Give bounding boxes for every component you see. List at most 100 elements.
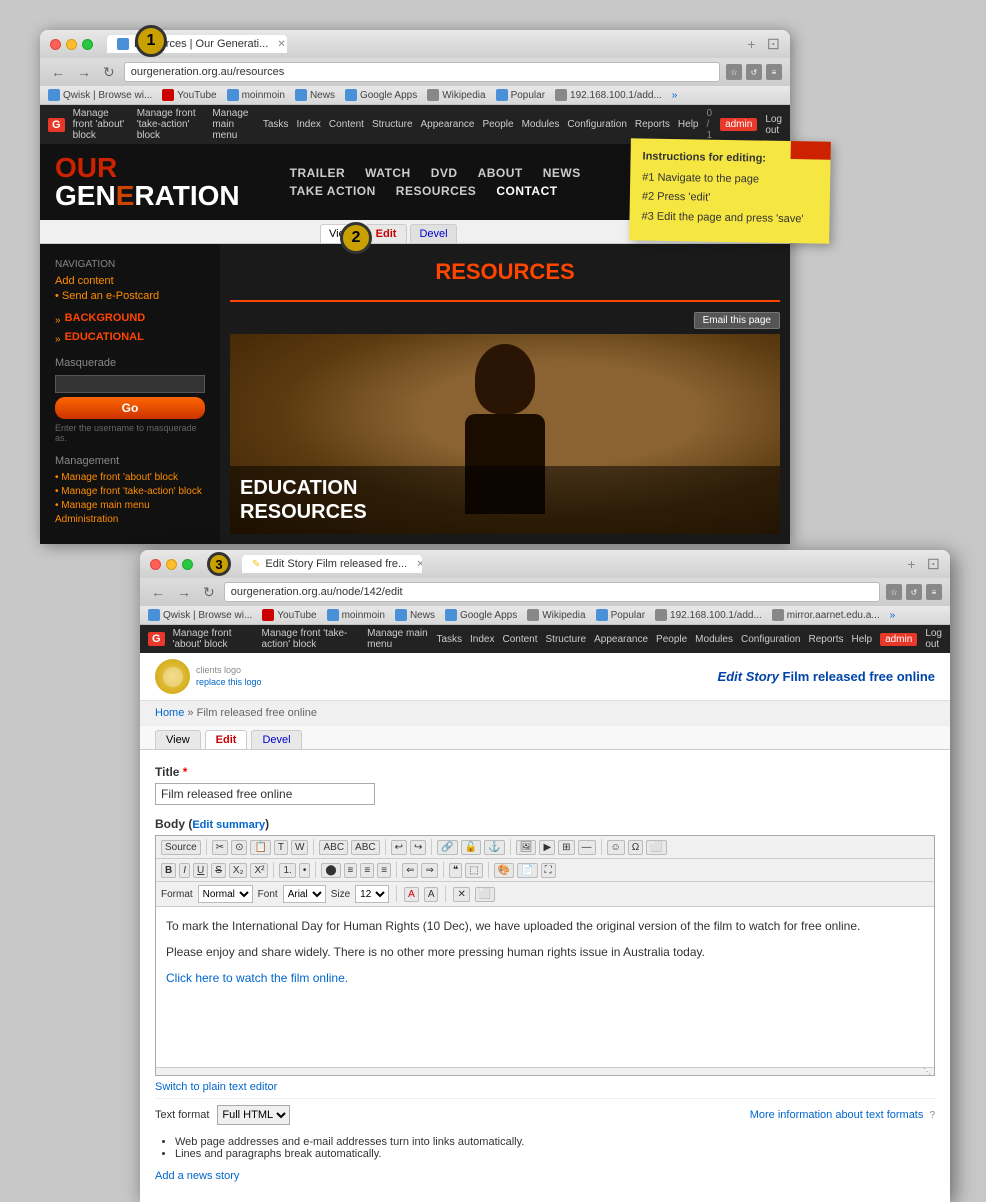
nav-trailer[interactable]: TRAILER [290,166,346,180]
more-bm-2[interactable]: » [890,610,896,621]
bookmark-news[interactable]: News [295,89,335,101]
sidebar-bg-label[interactable]: BACKGROUND [65,312,146,324]
add-news-link[interactable]: Add a news story [155,1165,935,1187]
wysiwyg-content-area[interactable]: To mark the International Day for Human … [156,907,934,1067]
bookmark-wiki[interactable]: Wikipedia [427,89,485,101]
wysiwyg-clear-btn[interactable]: ✕ [453,887,469,902]
admin2-link-structure[interactable]: Structure [546,634,587,645]
content-link[interactable]: Click here to watch the film online. [166,971,348,985]
wysiwyg-template-btn[interactable]: 📄 [517,863,537,878]
mgmt-link-admin[interactable]: Administration [55,514,205,525]
admin-link-index[interactable]: Index [296,119,320,130]
tab-devel-1[interactable]: Devel [410,224,456,243]
admin-badge-2[interactable]: admin [880,633,917,646]
wysiwyg-align-left-btn[interactable]: ⬤ [321,863,340,878]
masquerade-go-btn[interactable]: Go [55,397,205,419]
size-select[interactable]: 12 [355,885,389,903]
wysiwyg-smiley-btn[interactable]: ☺ [607,840,625,855]
wysiwyg-font-color-btn[interactable]: A [404,887,419,902]
nav-resources[interactable]: RESOURCES [396,184,477,198]
menu-icon-2[interactable]: ≡ [926,584,942,600]
wysiwyg-link-btn[interactable]: 🔗 [437,840,457,855]
switch-to-plain-text[interactable]: Switch to plain text editor [155,1076,935,1098]
admin-link-help[interactable]: Help [678,119,699,130]
title-input[interactable] [155,783,375,805]
bookmark-ip[interactable]: 192.168.100.1/add... [555,89,662,101]
wysiwyg-redo-btn[interactable]: ↪ [410,840,426,855]
wysiwyg-sub-btn[interactable]: X₂ [229,863,248,878]
star-icon[interactable]: ☆ [726,64,742,80]
wysiwyg-hr-btn[interactable]: — [578,840,596,855]
resize-btn-2[interactable]: ⊡ [927,554,940,574]
wysiwyg-align-center-btn[interactable]: ≡ [344,863,358,878]
wysiwyg-special-btn[interactable]: Ω [628,840,643,855]
format-select[interactable]: Normal [198,885,253,903]
bm2-news[interactable]: News [395,609,435,621]
nav-news[interactable]: NEWS [543,166,581,180]
wysiwyg-page-btn[interactable]: ⬜ [646,840,666,855]
wysiwyg-italic-btn[interactable]: I [179,863,190,878]
logout-btn-1[interactable]: Log out [765,114,782,136]
admin-link-menu[interactable]: Manage main menu [212,108,255,141]
sidebar-add-content[interactable]: Add content [55,275,205,287]
wysiwyg-paste-btn[interactable]: 📋 [250,840,270,855]
wysiwyg-flash-btn[interactable]: ▶ [539,840,555,855]
bm2-moin[interactable]: moinmoin [327,609,385,621]
mgmt-link-2[interactable]: • Manage front 'take-action' block [55,486,205,497]
admin2-link-modules[interactable]: Modules [695,634,733,645]
admin2-link-appearance[interactable]: Appearance [594,634,648,645]
masquerade-input[interactable] [55,375,205,393]
back-btn-1[interactable]: ← [48,63,68,81]
wysiwyg-image-btn[interactable]: 🖼 [516,840,537,855]
bookmark-popular[interactable]: Popular [496,89,545,101]
maximize-btn-1[interactable] [82,39,93,50]
admin2-link-about[interactable]: Manage front 'about' block [173,628,254,650]
admin2-link-help[interactable]: Help [851,634,872,645]
wysiwyg-showblocks-btn[interactable]: ⬜ [475,887,495,902]
refresh-icon-2[interactable]: ↺ [906,584,922,600]
tab-view-2[interactable]: View [155,730,201,749]
mgmt-link-3[interactable]: • Manage main menu [55,500,205,511]
address-bar-1[interactable]: ourgeneration.org.au/resources [124,62,720,82]
browser-tab-1[interactable]: Resources | Our Generati... ✕ [107,35,287,53]
tab-close-2[interactable]: ✕ [416,559,422,570]
forward-btn-1[interactable]: → [74,63,94,81]
bookmark-youtube[interactable]: YouTube [162,89,216,101]
maximize-btn-2[interactable] [182,559,193,570]
bookmark-qwisk[interactable]: Qwisk | Browse wi... [48,89,152,101]
tab-devel-2[interactable]: Devel [251,730,301,749]
wysiwyg-sup-btn[interactable]: X² [250,863,268,878]
tab-edit-2[interactable]: Edit [205,730,248,749]
nav-watch[interactable]: WATCH [365,166,411,180]
wysiwyg-resize-handle[interactable]: ⋱ [156,1067,934,1075]
wysiwyg-indent-btn[interactable]: ⇒ [421,863,437,878]
admin-link-content[interactable]: Content [329,119,364,130]
bookmark-moin[interactable]: moinmoin [227,89,285,101]
bookmark-google[interactable]: Google Apps [345,89,417,101]
wysiwyg-paste-text-btn[interactable]: T [274,840,288,855]
wysiwyg-paste-word-btn[interactable]: W [291,840,308,855]
wysiwyg-unlink-btn[interactable]: 🔓 [461,840,481,855]
admin2-link-action[interactable]: Manage front 'take-action' block [262,628,360,650]
traffic-lights-1[interactable] [50,39,93,50]
admin-link-action[interactable]: Manage front 'take-action' block [137,108,205,141]
edit-summary-link[interactable]: Edit summary [192,819,265,831]
new-tab-btn-2[interactable]: + [907,556,915,572]
browser-tab-2[interactable]: ✎ Edit Story Film released fre... ✕ [242,555,422,573]
forward-btn-2[interactable]: → [174,583,194,601]
menu-icon[interactable]: ≡ [766,64,782,80]
email-page-btn[interactable]: Email this page [694,312,780,329]
wysiwyg-outdent-btn[interactable]: ⇐ [402,863,418,878]
resize-btn-1[interactable]: ⊡ [767,34,780,54]
minimize-btn-2[interactable] [166,559,177,570]
wysiwyg-div-btn[interactable]: ⬚ [465,863,482,878]
refresh-icon[interactable]: ↺ [746,64,762,80]
wysiwyg-copy-btn[interactable]: ⊙ [231,840,247,855]
minimize-btn-1[interactable] [66,39,77,50]
new-tab-btn-1[interactable]: + [747,36,755,52]
nav-dvd[interactable]: DVD [431,166,458,180]
close-btn-1[interactable] [50,39,61,50]
wysiwyg-styles-btn[interactable]: 🎨 [494,863,514,878]
admin-badge-1[interactable]: admin [720,118,757,131]
traffic-lights-2[interactable] [150,559,193,570]
